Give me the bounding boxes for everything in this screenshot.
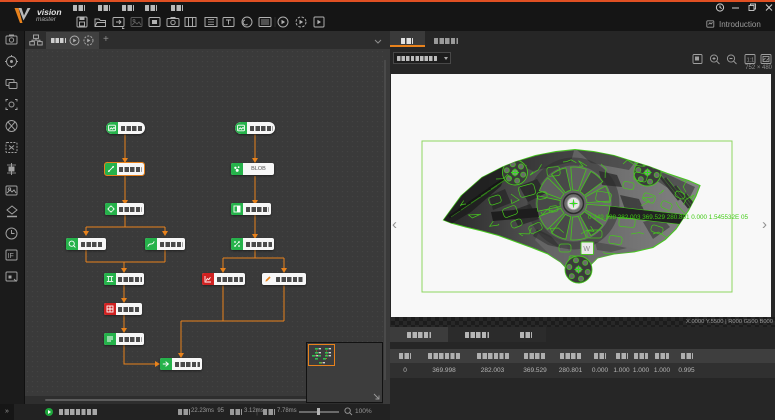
svg-text:IF: IF — [8, 253, 14, 260]
svg-text:W: W — [583, 246, 590, 253]
svg-text:1:1: 1:1 — [747, 58, 755, 64]
svg-text:0 349.998 282.003 369.529 280.: 0 349.998 282.003 369.529 280.801 0.000 … — [588, 214, 749, 221]
